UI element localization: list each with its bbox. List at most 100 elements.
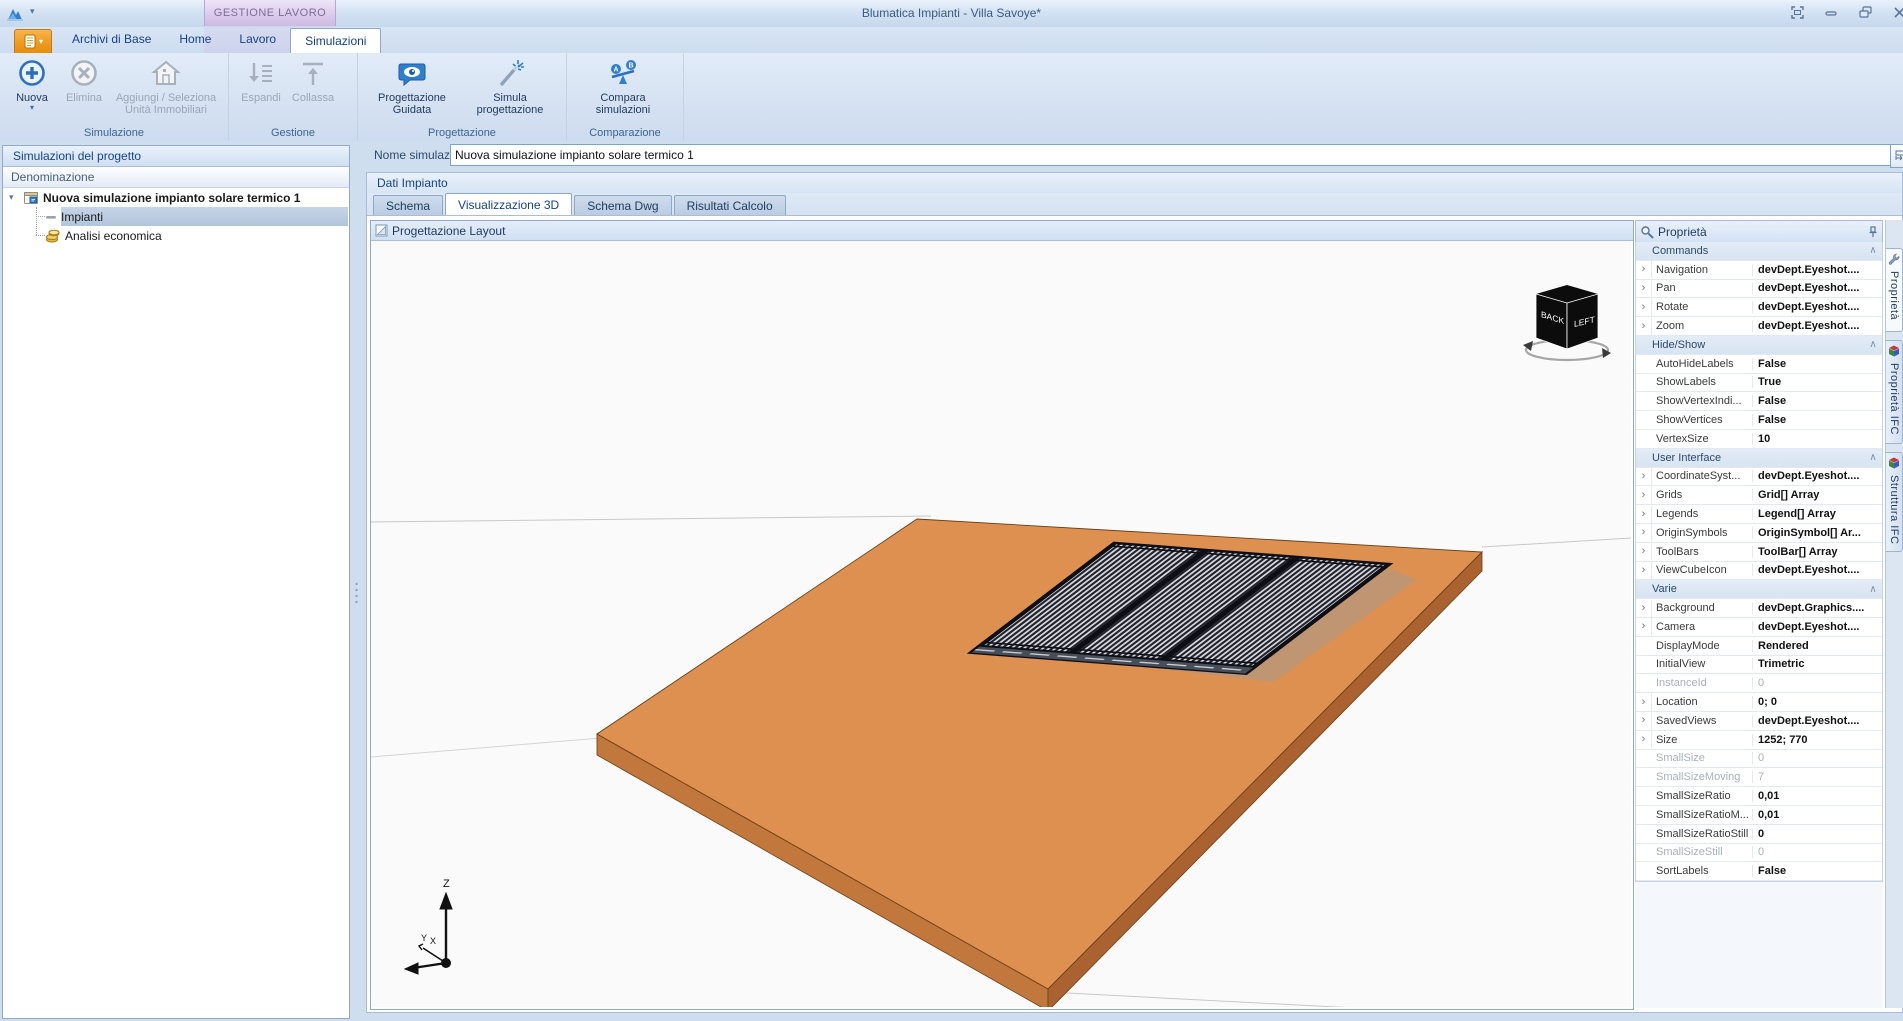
property-row-showlabels[interactable]: ShowLabelsTrue bbox=[1636, 374, 1882, 393]
simulation-name-input[interactable] bbox=[450, 144, 1894, 166]
tree-column-header[interactable]: Denominazione bbox=[3, 167, 349, 188]
property-value[interactable]: Legend[] Array bbox=[1753, 508, 1882, 520]
property-category-varie[interactable]: Varie∧ bbox=[1636, 580, 1882, 599]
property-row-location[interactable]: ›Location0; 0 bbox=[1636, 693, 1882, 712]
property-value[interactable]: Trimetric bbox=[1753, 658, 1882, 670]
file-menu-button[interactable]: ▾ bbox=[14, 29, 52, 54]
property-value[interactable]: 10 bbox=[1753, 433, 1882, 445]
property-row-background[interactable]: ›BackgrounddevDept.Graphics.... bbox=[1636, 599, 1882, 618]
property-value[interactable]: False bbox=[1753, 865, 1882, 877]
property-row-coordinatesyst-[interactable]: ›CoordinateSyst...devDept.Eyeshot.... bbox=[1636, 468, 1882, 487]
property-value[interactable]: Grid[] Array bbox=[1753, 489, 1882, 501]
property-value[interactable]: 0 bbox=[1753, 828, 1882, 840]
property-category-user-interface[interactable]: User Interface∧ bbox=[1636, 449, 1882, 468]
property-row-size[interactable]: ›Size1252; 770 bbox=[1636, 731, 1882, 750]
collapse-icon[interactable]: ∧ bbox=[1864, 245, 1882, 256]
property-row-zoom[interactable]: ›ZoomdevDept.Eyeshot.... bbox=[1636, 317, 1882, 336]
expand-icon[interactable]: › bbox=[1636, 299, 1652, 316]
property-row-vertexsize[interactable]: VertexSize10 bbox=[1636, 430, 1882, 449]
property-row-pan[interactable]: ›PandevDept.Eyeshot.... bbox=[1636, 280, 1882, 299]
tree-item-simulation-root[interactable]: ▾ Nuova simulazione impianto solare term… bbox=[3, 188, 349, 207]
collapse-icon[interactable]: ∧ bbox=[1864, 584, 1882, 595]
property-value[interactable]: OriginSymbol[] Ar... bbox=[1753, 527, 1882, 539]
ribbon-tab-home[interactable]: Home bbox=[165, 27, 225, 53]
viewport-3d-canvas[interactable]: BACK LEFT bbox=[371, 241, 1631, 1007]
expand-icon[interactable]: › bbox=[1636, 487, 1652, 504]
expand-icon[interactable]: › bbox=[1636, 543, 1652, 560]
property-row-legends[interactable]: ›LegendsLegend[] Array bbox=[1636, 505, 1882, 524]
quick-access-dropdown-icon[interactable]: ▾ bbox=[30, 6, 35, 17]
view-cube[interactable]: BACK LEFT bbox=[1523, 285, 1611, 360]
close-button[interactable] bbox=[1887, 3, 1903, 21]
expand-icon[interactable]: › bbox=[1636, 506, 1652, 523]
property-value[interactable]: 1252; 770 bbox=[1753, 734, 1882, 746]
property-row-displaymode[interactable]: DisplayModeRendered bbox=[1636, 637, 1882, 656]
property-row-navigation[interactable]: ›NavigationdevDept.Eyeshot.... bbox=[1636, 261, 1882, 280]
panel-splitter[interactable] bbox=[350, 145, 364, 1017]
property-value[interactable]: 0,01 bbox=[1753, 809, 1882, 821]
property-value[interactable]: False bbox=[1753, 395, 1882, 407]
property-value[interactable]: ToolBar[] Array bbox=[1753, 546, 1882, 558]
expand-icon[interactable]: › bbox=[1636, 731, 1652, 748]
collapse-icon[interactable]: ∧ bbox=[1864, 452, 1882, 463]
property-row-grids[interactable]: ›GridsGrid[] Array bbox=[1636, 486, 1882, 505]
property-row-smallsizeratiom-[interactable]: SmallSizeRatioM...0,01 bbox=[1636, 806, 1882, 825]
property-value[interactable]: devDept.Eyeshot.... bbox=[1753, 564, 1882, 576]
minimize-button[interactable] bbox=[1819, 3, 1843, 21]
property-row-sortlabels[interactable]: SortLabelsFalse bbox=[1636, 862, 1882, 881]
property-value[interactable]: Rendered bbox=[1753, 640, 1882, 652]
property-value[interactable]: 0,01 bbox=[1753, 790, 1882, 802]
property-value[interactable]: devDept.Eyeshot.... bbox=[1753, 282, 1882, 294]
elimina-button[interactable]: Elimina bbox=[58, 56, 110, 106]
ribbon-tab-archivi-di-base[interactable]: Archivi di Base bbox=[58, 27, 165, 53]
compara-simulazioni-button[interactable]: A B Compara simulazioni bbox=[573, 56, 673, 118]
tab-schema-dwg[interactable]: Schema Dwg bbox=[574, 195, 671, 216]
property-value[interactable]: devDept.Eyeshot.... bbox=[1753, 320, 1882, 332]
tab-visualizzazione-3d[interactable]: Visualizzazione 3D bbox=[445, 193, 572, 216]
property-value[interactable]: 0; 0 bbox=[1753, 696, 1882, 708]
property-value[interactable]: 0 bbox=[1753, 846, 1882, 858]
expand-icon[interactable]: › bbox=[1636, 468, 1652, 485]
property-row-smallsize[interactable]: SmallSize0 bbox=[1636, 750, 1882, 769]
tab-risultati-calcolo[interactable]: Risultati Calcolo bbox=[674, 195, 786, 216]
property-value[interactable]: False bbox=[1753, 358, 1882, 370]
property-value[interactable]: False bbox=[1753, 414, 1882, 426]
property-value[interactable]: devDept.Eyeshot.... bbox=[1753, 470, 1882, 482]
property-value[interactable]: 0 bbox=[1753, 752, 1882, 764]
side-tab-propriet-[interactable]: Proprietà bbox=[1886, 248, 1903, 332]
property-value[interactable]: True bbox=[1753, 376, 1882, 388]
property-row-savedviews[interactable]: ›SavedViewsdevDept.Eyeshot.... bbox=[1636, 712, 1882, 731]
property-category-hide-show[interactable]: Hide/Show∧ bbox=[1636, 336, 1882, 355]
property-value[interactable]: 7 bbox=[1753, 771, 1882, 783]
property-value[interactable]: devDept.Eyeshot.... bbox=[1753, 264, 1882, 276]
pin-icon[interactable] bbox=[1868, 226, 1878, 238]
property-row-smallsizemoving[interactable]: SmallSizeMoving7 bbox=[1636, 768, 1882, 787]
tab-schema[interactable]: Schema bbox=[373, 195, 443, 216]
expand-icon[interactable]: › bbox=[1636, 280, 1652, 297]
property-category-commands[interactable]: Commands∧ bbox=[1636, 242, 1882, 261]
collassa-button[interactable]: Collassa bbox=[287, 56, 339, 106]
property-row-viewcubeicon[interactable]: ›ViewCubeIcondevDept.Eyeshot.... bbox=[1636, 562, 1882, 581]
property-value[interactable]: devDept.Eyeshot.... bbox=[1753, 621, 1882, 633]
property-row-autohidelabels[interactable]: AutoHideLabelsFalse bbox=[1636, 355, 1882, 374]
expand-icon[interactable]: › bbox=[1636, 261, 1652, 278]
property-row-camera[interactable]: ›CameradevDept.Eyeshot.... bbox=[1636, 618, 1882, 637]
tree-expander-icon[interactable]: ▾ bbox=[9, 192, 21, 203]
expand-icon[interactable]: › bbox=[1636, 600, 1652, 617]
collapse-icon[interactable]: ∧ bbox=[1864, 339, 1882, 350]
restore-button[interactable] bbox=[1853, 3, 1877, 21]
property-row-rotate[interactable]: ›RotatedevDept.Eyeshot.... bbox=[1636, 298, 1882, 317]
property-row-originsymbols[interactable]: ›OriginSymbolsOriginSymbol[] Ar... bbox=[1636, 524, 1882, 543]
nuova-dropdown-icon[interactable]: ▾ bbox=[30, 104, 34, 112]
expand-icon[interactable]: › bbox=[1636, 524, 1652, 541]
expand-icon[interactable]: › bbox=[1636, 562, 1652, 579]
side-tab-struttura-ifc[interactable]: Struttura IFC bbox=[1886, 452, 1903, 552]
nuova-button[interactable]: Nuova ▾ bbox=[6, 56, 58, 114]
simula-progettazione-button[interactable]: Simula progettazione bbox=[460, 56, 560, 118]
property-value[interactable]: devDept.Eyeshot.... bbox=[1753, 301, 1882, 313]
property-row-smallsizeratiostill[interactable]: SmallSizeRatioStill0 bbox=[1636, 825, 1882, 844]
property-row-showvertexindi-[interactable]: ShowVertexIndi...False bbox=[1636, 392, 1882, 411]
property-value[interactable]: 0 bbox=[1753, 677, 1882, 689]
property-row-showvertices[interactable]: ShowVerticesFalse bbox=[1636, 411, 1882, 430]
side-tab-propriet-ifc[interactable]: Proprietà IFC bbox=[1886, 340, 1903, 444]
